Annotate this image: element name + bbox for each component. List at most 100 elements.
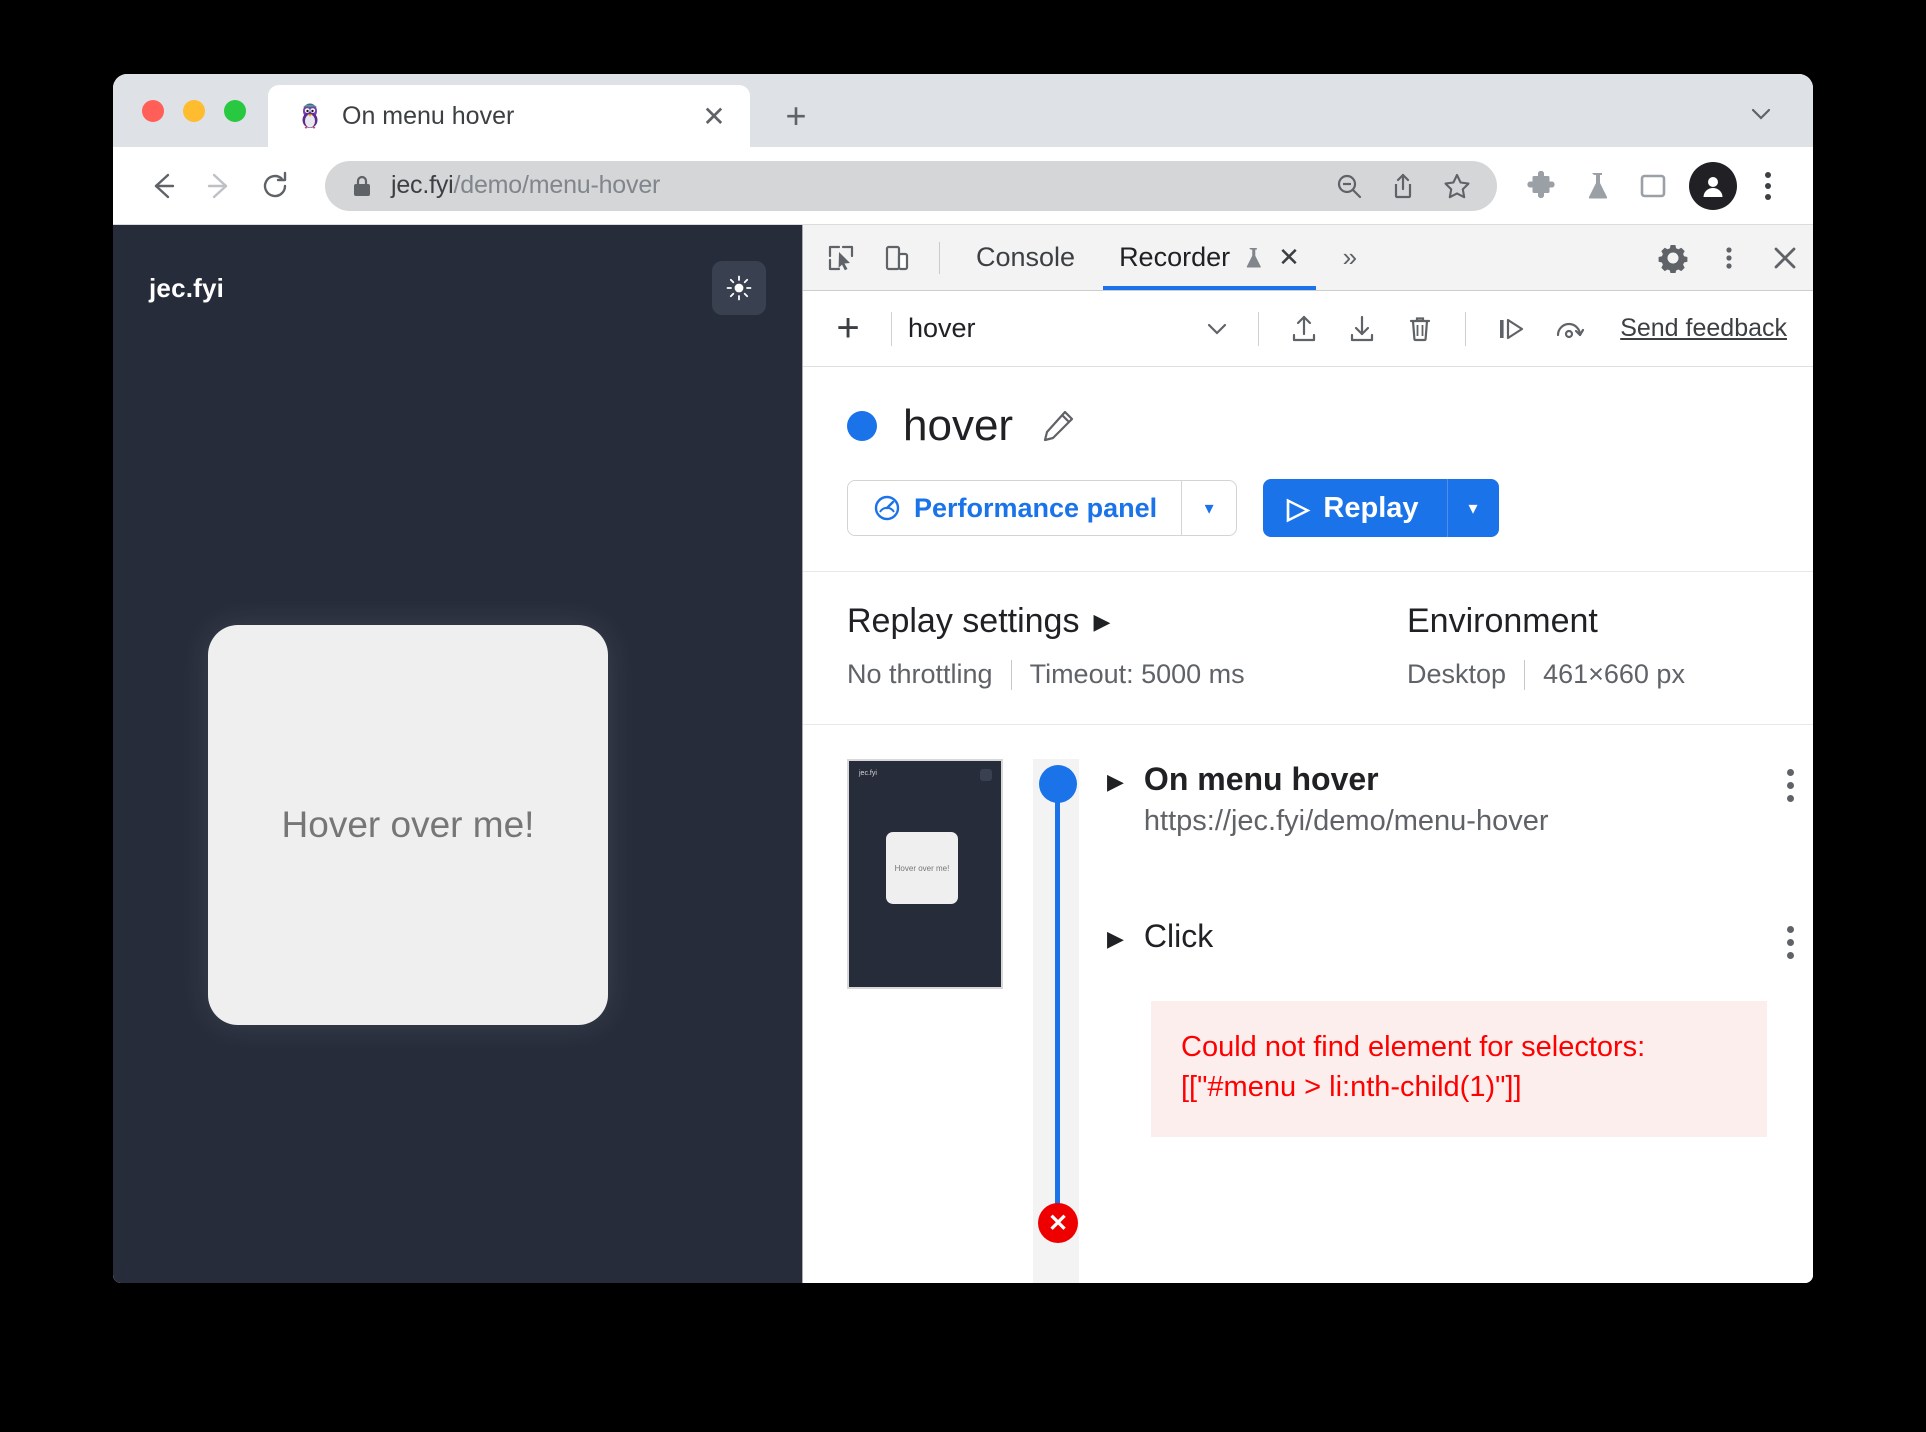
- environment-values: Desktop 461×660 px: [1407, 659, 1813, 690]
- hover-target-card[interactable]: Hover over me!: [208, 625, 608, 1025]
- performance-icon: [872, 493, 902, 523]
- steps-body: ▶ On menu hover https://jec.fyi/demo/men…: [1079, 759, 1813, 1283]
- maximize-window-button[interactable]: [224, 99, 246, 122]
- steps-timeline: ✕: [1033, 759, 1079, 1283]
- step-error-message: Could not find element for selectors: [[…: [1151, 1001, 1767, 1138]
- recording-header: hover Performance panel ▾ ▷ Replay ▾: [803, 367, 1813, 572]
- send-feedback-link[interactable]: Send feedback: [1620, 314, 1795, 343]
- export-icon[interactable]: [1333, 302, 1391, 356]
- tab-console[interactable]: Console: [954, 225, 1097, 290]
- penguin-favicon: [296, 102, 324, 130]
- replay-settings-toggle[interactable]: Replay settings ▶: [847, 602, 1407, 641]
- timeout-value: Timeout: 5000 ms: [1029, 659, 1245, 689]
- flask-icon[interactable]: [1571, 160, 1623, 212]
- close-icon[interactable]: [1757, 225, 1813, 290]
- close-window-button[interactable]: [142, 99, 164, 122]
- more-tabs-icon[interactable]: »: [1322, 225, 1378, 290]
- value-divider: [1010, 659, 1012, 690]
- trash-icon[interactable]: [1391, 302, 1449, 356]
- page-brand[interactable]: jec.fyi: [149, 273, 224, 304]
- kebab-menu-icon[interactable]: [1745, 160, 1791, 212]
- address-bar-url: jec.fyi/demo/menu-hover: [391, 171, 1319, 200]
- devtools-tab-bar: Console Recorder ✕ »: [803, 225, 1813, 291]
- step-kebab-menu-icon[interactable]: [1767, 759, 1813, 802]
- step-texts: Click: [1144, 916, 1747, 956]
- value-divider: [1524, 659, 1526, 690]
- star-icon[interactable]: [1433, 162, 1481, 210]
- devtools-tabbar-spacer: [1378, 225, 1645, 290]
- toolbar-divider: [939, 241, 940, 274]
- actionbar-divider-3: [1465, 311, 1467, 346]
- performance-panel-button[interactable]: Performance panel: [847, 480, 1182, 536]
- table-row[interactable]: ▶ Click: [1107, 916, 1813, 959]
- device-toolbar-icon[interactable]: [869, 225, 925, 290]
- browser-toolbar: jec.fyi/demo/menu-hover: [113, 147, 1813, 225]
- back-icon[interactable]: [135, 158, 191, 214]
- tab-recorder-close-icon[interactable]: ✕: [1278, 242, 1300, 273]
- recording-select-value: hover: [908, 313, 976, 343]
- minimize-window-button[interactable]: [183, 99, 205, 122]
- performance-panel-button-group: Performance panel ▾: [847, 480, 1238, 536]
- inspect-element-icon[interactable]: [813, 225, 869, 290]
- replay-speed-icon[interactable]: [1540, 302, 1598, 356]
- zoom-out-icon[interactable]: [1325, 162, 1373, 210]
- recording-select[interactable]: hover: [908, 313, 1242, 344]
- table-row[interactable]: ▶ On menu hover https://jec.fyi/demo/men…: [1107, 759, 1813, 838]
- replay-caret[interactable]: ▾: [1446, 479, 1499, 537]
- reload-icon[interactable]: [247, 158, 303, 214]
- environment-label: Environment: [1407, 602, 1598, 640]
- settings-strip: Replay settings ▶ No throttling Timeout:…: [803, 572, 1813, 725]
- step-expand-caret-icon[interactable]: ▶: [1107, 759, 1124, 795]
- replay-button-label: Replay: [1323, 491, 1419, 524]
- browser-tab[interactable]: On menu hover ✕: [268, 85, 750, 147]
- timeline-error-node: ✕: [1038, 1203, 1078, 1243]
- replay-settings-values: No throttling Timeout: 5000 ms: [847, 659, 1407, 690]
- step-expand-caret-icon[interactable]: ▶: [1107, 916, 1124, 952]
- experiment-flask-icon: [1240, 245, 1266, 271]
- add-recording-button[interactable]: +: [821, 302, 875, 356]
- puzzle-icon[interactable]: [1515, 160, 1567, 212]
- error-line-1: Could not find element for selectors:: [1181, 1031, 1646, 1063]
- timeline-line: [1055, 785, 1060, 1221]
- chevron-down-icon[interactable]: [1737, 90, 1785, 138]
- performance-panel-label: Performance panel: [914, 492, 1158, 523]
- gear-icon[interactable]: [1645, 225, 1701, 290]
- forward-icon[interactable]: [191, 158, 247, 214]
- recording-buttons: Performance panel ▾ ▷ Replay ▾: [847, 479, 1813, 537]
- step-texts: On menu hover https://jec.fyi/demo/menu-…: [1144, 759, 1747, 838]
- share-icon[interactable]: [1379, 162, 1427, 210]
- step-title: Click: [1143, 918, 1214, 954]
- address-bar[interactable]: jec.fyi/demo/menu-hover: [325, 160, 1497, 211]
- replay-button[interactable]: ▷ Replay: [1263, 479, 1447, 537]
- expand-caret-icon: ▶: [1093, 608, 1111, 634]
- recording-status-dot: [847, 411, 877, 441]
- url-path: /demo/menu-hover: [453, 171, 661, 199]
- steps-area: jec.fyi Hover over me! ✕ ▶ On menu hover…: [803, 725, 1813, 1283]
- new-tab-button[interactable]: +: [772, 92, 820, 140]
- performance-panel-caret[interactable]: ▾: [1181, 480, 1238, 536]
- tab-close-icon[interactable]: ✕: [696, 98, 732, 134]
- replay-settings-section: Replay settings ▶ No throttling Timeout:…: [847, 602, 1407, 690]
- sun-icon[interactable]: [712, 261, 766, 315]
- side-panel-icon[interactable]: [1627, 160, 1679, 212]
- step-subtitle: https://jec.fyi/demo/menu-hover: [1143, 805, 1549, 837]
- profile-avatar-icon[interactable]: [1689, 161, 1737, 210]
- tab-recorder[interactable]: Recorder ✕: [1097, 225, 1322, 290]
- lock-icon: [351, 173, 373, 199]
- replay-button-group: ▷ Replay ▾: [1263, 479, 1499, 537]
- play-step-icon[interactable]: [1482, 302, 1540, 356]
- tab-title: On menu hover: [342, 101, 515, 130]
- devtools-kebab-menu-icon[interactable]: [1701, 225, 1757, 290]
- play-icon: ▷: [1287, 492, 1310, 525]
- step-title: On menu hover: [1143, 761, 1379, 797]
- error-line-2: [["#menu > li:nth-child(1)"]]: [1181, 1071, 1522, 1104]
- import-icon[interactable]: [1275, 302, 1333, 356]
- page-viewport: jec.fyi Hover over me!: [113, 225, 803, 1283]
- environment-device: Desktop: [1407, 659, 1507, 689]
- pencil-icon[interactable]: [1039, 407, 1077, 445]
- actionbar-divider-2: [1258, 311, 1260, 346]
- step-kebab-menu-icon[interactable]: [1767, 916, 1813, 959]
- hover-card-label: Hover over me!: [281, 804, 535, 845]
- environment-viewport: 461×660 px: [1543, 659, 1685, 689]
- recording-screenshot-thumbnail[interactable]: jec.fyi Hover over me!: [847, 759, 1003, 989]
